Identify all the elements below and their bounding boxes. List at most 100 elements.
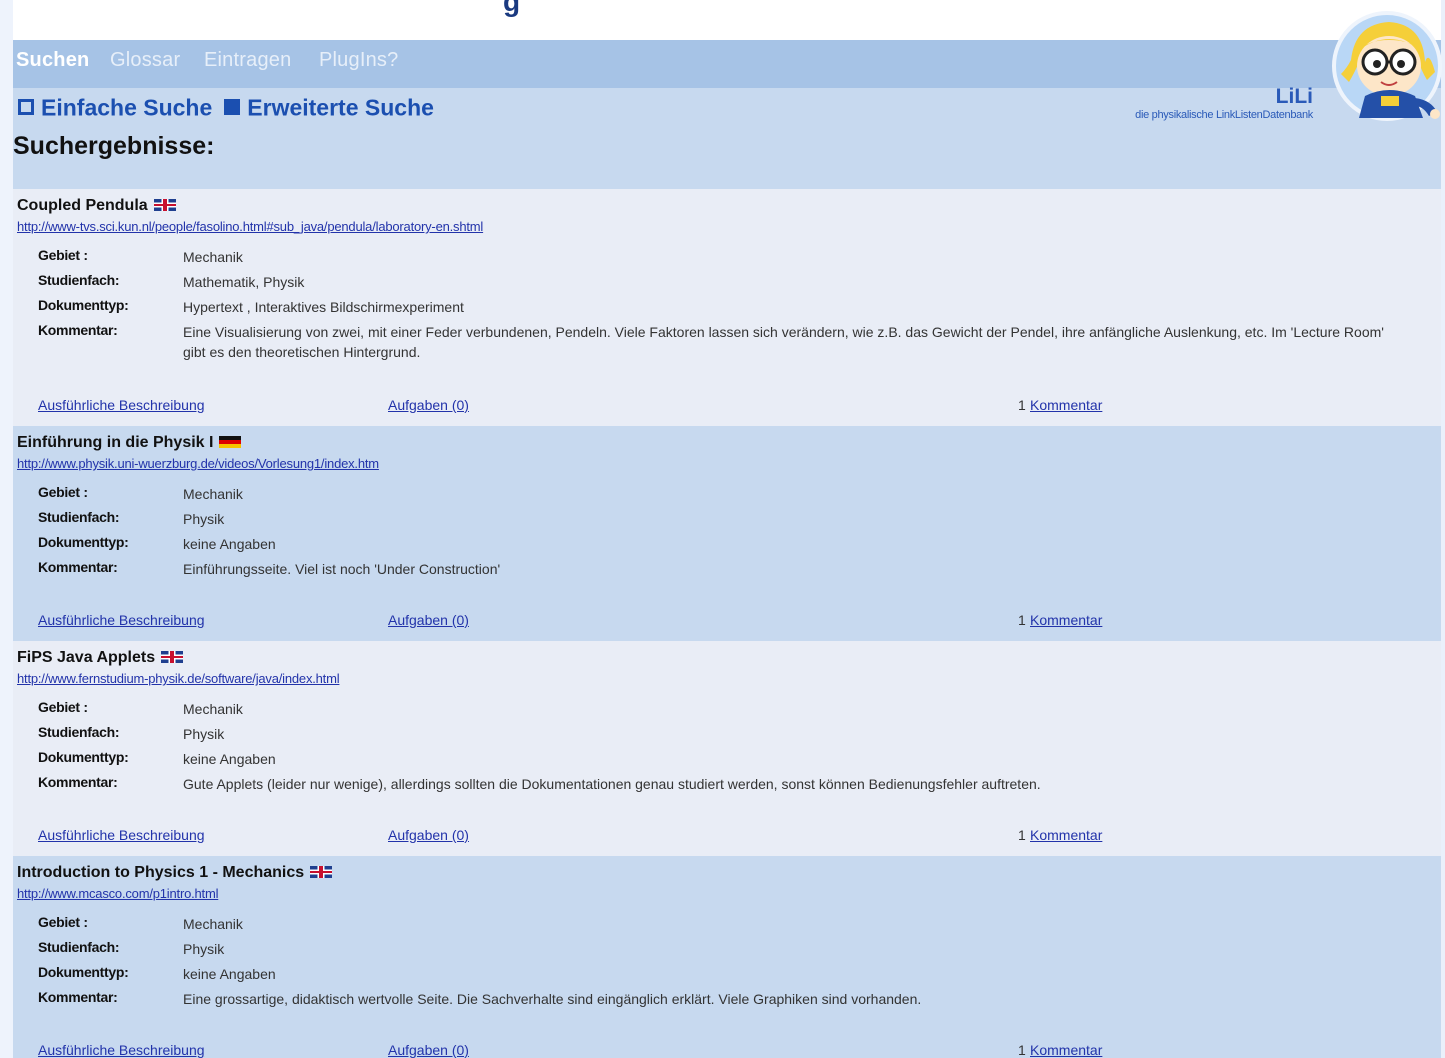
field-label: Dokumenttyp: (38, 297, 129, 313)
field-gebiet: Gebiet : Mechanik (38, 247, 1398, 272)
result-item: Coupled Pendula http://www-tvs.sci.kun.n… (13, 189, 1441, 426)
field-studienfach: Studienfach: Physik (38, 724, 1398, 749)
field-label: Studienfach: (38, 724, 120, 740)
comment-link[interactable]: Kommentar (1030, 612, 1102, 628)
field-dokumenttyp: Dokumenttyp: keine Angaben (38, 749, 1398, 774)
field-value: Mechanik (183, 916, 243, 932)
field-gebiet: Gebiet : Mechanik (38, 914, 1398, 939)
field-kommentar: Kommentar: Gute Applets (leider nur wenig… (38, 774, 1398, 799)
field-value: Einführungsseite. Viel ist noch 'Under C… (183, 561, 501, 577)
field-studienfach: Studienfach: Mathematik, Physik (38, 272, 1398, 297)
main-nav: Suchen Glossar Eintragen PlugIns? LiLi d… (13, 40, 1441, 121)
field-value: Physik (183, 726, 225, 742)
result-url[interactable]: http://www.physik.uni-wuerzburg.de/video… (17, 456, 379, 471)
page: ġ Suchen Glossar Eintragen PlugIns? LiLi… (13, 0, 1442, 1058)
result-item: FiPS Java Applets http://www.fernstudium… (13, 641, 1441, 856)
result-title-text[interactable]: Coupled Pendula (17, 197, 148, 214)
field-value: keine Angaben (183, 536, 276, 552)
flag-de-icon (219, 435, 242, 448)
detail-link[interactable]: Ausführliche Beschreibung (38, 612, 205, 628)
field-label: Dokumenttyp: (38, 749, 129, 765)
field-kommentar: Kommentar: Eine Visualisierung von zwei, … (38, 322, 1398, 362)
result-fields: Gebiet : Mechanik Studienfach: Physik Doku… (38, 699, 1398, 799)
result-title-text[interactable]: Einführung in die Physik I (17, 434, 213, 451)
field-value: keine Angaben (183, 966, 276, 982)
field-dokumenttyp: Dokumenttyp: keine Angaben (38, 964, 1398, 989)
comment-count: 1 (1018, 827, 1026, 843)
simple-search-link[interactable]: Einfache Suche (41, 94, 212, 120)
result-fields: Gebiet : Mechanik Studienfach: Mathematik,… (38, 247, 1398, 362)
field-value: Physik (183, 511, 225, 527)
nav-eintragen[interactable]: Eintragen (204, 49, 291, 72)
result-url[interactable]: http://www.fernstudium-physik.de/softwar… (17, 671, 340, 686)
field-label: Dokumenttyp: (38, 534, 129, 550)
advanced-search-link[interactable]: Erweiterte Suche (247, 94, 434, 120)
detail-link[interactable]: Ausführliche Beschreibung (38, 827, 205, 843)
field-label: Kommentar: (38, 989, 118, 1005)
field-value: Physik (183, 941, 225, 957)
results-heading: Suchergebnisse: (13, 132, 215, 160)
comment-count: 1 (1018, 397, 1026, 413)
field-label: Kommentar: (38, 559, 118, 575)
field-label: Studienfach: (38, 272, 120, 288)
nav-suchen[interactable]: Suchen (16, 49, 89, 72)
field-kommentar: Kommentar: Eine grossartige, didaktisch w… (38, 989, 1398, 1014)
tasks-link[interactable]: Aufgaben (0) (388, 612, 469, 628)
mascot-logo-icon (1332, 11, 1442, 121)
result-title[interactable]: Introduction to Physics 1 - Mechanics (17, 864, 333, 882)
page-left-margin (0, 0, 13, 1058)
flag-uk-icon (310, 865, 333, 878)
square-outline-icon (18, 98, 34, 115)
field-value: Gute Applets (leider nur wenige), allerd… (183, 776, 1041, 792)
comment-link[interactable]: Kommentar (1030, 1042, 1102, 1058)
search-mode-links: Einfache Suche Erweiterte Suche (18, 93, 434, 121)
result-item: Introduction to Physics 1 - Mechanics ht… (13, 856, 1441, 1058)
result-title-text[interactable]: FiPS Java Applets (17, 649, 155, 666)
comment-count: 1 (1018, 1042, 1026, 1058)
tasks-link[interactable]: Aufgaben (0) (388, 1042, 469, 1058)
field-label: Gebiet : (38, 247, 88, 263)
header-cut-glyph: ġ (503, 0, 521, 17)
nav-plugins[interactable]: PlugIns? (319, 49, 398, 72)
field-label: Gebiet : (38, 484, 88, 500)
tasks-link[interactable]: Aufgaben (0) (388, 827, 469, 843)
result-title-text[interactable]: Introduction to Physics 1 - Mechanics (17, 864, 304, 881)
logo-title: LiLi (1275, 85, 1313, 108)
field-dokumenttyp: Dokumenttyp: keine Angaben (38, 534, 1398, 559)
field-label: Gebiet : (38, 699, 88, 715)
field-studienfach: Studienfach: Physik (38, 509, 1398, 534)
logo-subtitle: die physikalische LinkListenDatenbank (1135, 109, 1313, 121)
field-studienfach: Studienfach: Physik (38, 939, 1398, 964)
top-header-area: ġ (13, 0, 1441, 40)
field-value: Eine grossartige, didaktisch wertvolle S… (183, 991, 922, 1007)
detail-link[interactable]: Ausführliche Beschreibung (38, 1042, 205, 1058)
nav-glossar[interactable]: Glossar (110, 49, 180, 72)
field-gebiet: Gebiet : Mechanik (38, 484, 1398, 509)
flag-uk-icon (161, 650, 184, 663)
comment-link[interactable]: Kommentar (1030, 397, 1102, 413)
field-label: Kommentar: (38, 774, 118, 790)
detail-link[interactable]: Ausführliche Beschreibung (38, 397, 205, 413)
comment-link[interactable]: Kommentar (1030, 827, 1102, 843)
field-dokumenttyp: Dokumenttyp: Hypertext , Interaktives Bil… (38, 297, 1398, 322)
result-title[interactable]: FiPS Java Applets (17, 649, 184, 667)
result-fields: Gebiet : Mechanik Studienfach: Physik Doku… (38, 914, 1398, 1014)
field-value: Eine Visualisierung von zwei, mit einer … (183, 324, 1384, 360)
field-value: Mathematik, Physik (183, 274, 305, 290)
comment-count: 1 (1018, 612, 1026, 628)
result-title[interactable]: Einführung in die Physik I (17, 434, 242, 452)
result-url[interactable]: http://www-tvs.sci.kun.nl/people/fasolin… (17, 219, 483, 234)
result-url[interactable]: http://www.mcasco.com/p1intro.html (17, 886, 218, 901)
field-label: Dokumenttyp: (38, 964, 129, 980)
field-kommentar: Kommentar: Einführungsseite. Viel ist noc… (38, 559, 1398, 584)
result-item: Einführung in die Physik I http://www.ph… (13, 426, 1441, 641)
field-value: Mechanik (183, 701, 243, 717)
field-label: Studienfach: (38, 509, 120, 525)
tasks-link[interactable]: Aufgaben (0) (388, 397, 469, 413)
field-value: Mechanik (183, 486, 243, 502)
field-value: Hypertext , Interaktives Bildschirmexper… (183, 299, 464, 315)
result-fields: Gebiet : Mechanik Studienfach: Physik Doku… (38, 484, 1398, 584)
result-title[interactable]: Coupled Pendula (17, 197, 176, 215)
field-label: Studienfach: (38, 939, 120, 955)
field-value: Mechanik (183, 249, 243, 265)
